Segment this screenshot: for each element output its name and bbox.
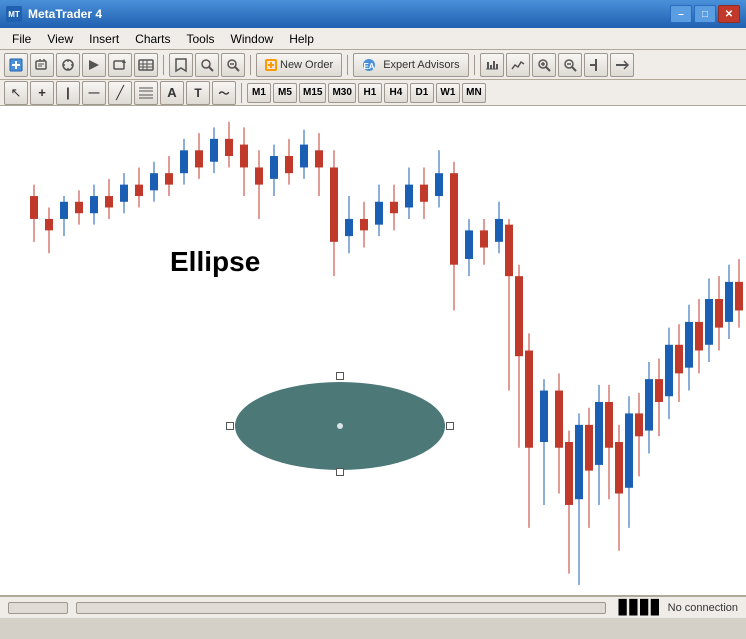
toolbar-btn-new[interactable] bbox=[4, 53, 28, 77]
toolbar1: New Order EA Expert Advisors bbox=[0, 50, 746, 80]
status-left bbox=[8, 602, 606, 614]
title-bar-text: MetaTrader 4 bbox=[28, 7, 670, 21]
sep4 bbox=[474, 55, 475, 75]
status-right: ▊▊▊▊ No connection bbox=[619, 599, 738, 616]
menu-charts[interactable]: Charts bbox=[127, 30, 178, 48]
sep1 bbox=[163, 55, 164, 75]
handle-bottom[interactable] bbox=[336, 468, 344, 476]
menu-file[interactable]: File bbox=[4, 30, 39, 48]
toolbar-btn-7[interactable] bbox=[169, 53, 193, 77]
tool-text-a[interactable]: A bbox=[160, 81, 184, 105]
tool-wave[interactable]: 〜 bbox=[212, 81, 236, 105]
toolbar-btn-4[interactable] bbox=[82, 53, 106, 77]
scrollbar-main[interactable] bbox=[76, 602, 606, 614]
title-bar: MT MetaTrader 4 – □ ✕ bbox=[0, 0, 746, 28]
toolbar-autoscroll[interactable] bbox=[610, 53, 634, 77]
ellipse-label: Ellipse bbox=[170, 246, 260, 278]
bars-icon: ▊▊▊▊ bbox=[619, 599, 662, 616]
expert-advisors-button[interactable]: EA Expert Advisors bbox=[353, 53, 468, 77]
new-order-button[interactable]: New Order bbox=[256, 53, 342, 77]
toolbar2: ↖ + | — ╱ A T 〜 M1 M5 M15 M30 H1 H4 D1 W… bbox=[0, 80, 746, 106]
timeframe-m1[interactable]: M1 bbox=[247, 83, 271, 103]
status-bar: ▊▊▊▊ No connection bbox=[0, 596, 746, 618]
minimize-button[interactable]: – bbox=[670, 5, 692, 23]
toolbar-tick[interactable] bbox=[506, 53, 530, 77]
tool-fib[interactable] bbox=[134, 81, 158, 105]
ellipse-svg bbox=[230, 376, 450, 476]
tool-text-t[interactable]: T bbox=[186, 81, 210, 105]
toolbar-zoom-out[interactable] bbox=[558, 53, 582, 77]
timeframe-mn[interactable]: MN bbox=[462, 83, 486, 103]
tool-hline[interactable]: — bbox=[82, 81, 106, 105]
menu-help[interactable]: Help bbox=[281, 30, 322, 48]
toolbar-zoom-in[interactable] bbox=[532, 53, 556, 77]
menu-window[interactable]: Window bbox=[223, 30, 282, 48]
toolbar-btn-6[interactable] bbox=[134, 53, 158, 77]
svg-text:EA: EA bbox=[364, 62, 375, 71]
timeframe-d1[interactable]: D1 bbox=[410, 83, 434, 103]
title-bar-controls: – □ ✕ bbox=[670, 5, 740, 23]
ellipse-object[interactable] bbox=[230, 376, 450, 476]
chart-area[interactable]: Ellipse bbox=[0, 106, 746, 596]
toolbar-btn-9[interactable] bbox=[221, 53, 245, 77]
toolbar-chart-scroll[interactable] bbox=[584, 53, 608, 77]
sep2 bbox=[250, 55, 251, 75]
timeframe-m30[interactable]: M30 bbox=[328, 83, 355, 103]
menu-tools[interactable]: Tools bbox=[179, 30, 223, 48]
toolbar-btn-8[interactable] bbox=[195, 53, 219, 77]
maximize-button[interactable]: □ bbox=[694, 5, 716, 23]
sep3 bbox=[347, 55, 348, 75]
timeframe-m5[interactable]: M5 bbox=[273, 83, 297, 103]
menu-bar: File View Insert Charts Tools Window Hel… bbox=[0, 28, 746, 50]
tool-crosshair[interactable]: + bbox=[30, 81, 54, 105]
timeframe-h1[interactable]: H1 bbox=[358, 83, 382, 103]
tool-vline[interactable]: | bbox=[56, 81, 80, 105]
candlestick-chart bbox=[0, 106, 746, 595]
menu-view[interactable]: View bbox=[39, 30, 81, 48]
sep-tools bbox=[241, 83, 242, 103]
toolbar-period[interactable] bbox=[480, 53, 504, 77]
tool-diagonal[interactable]: ╱ bbox=[108, 81, 132, 105]
timeframe-w1[interactable]: W1 bbox=[436, 83, 460, 103]
scrollbar-left[interactable] bbox=[8, 602, 68, 614]
app-icon: MT bbox=[6, 6, 22, 22]
handle-top[interactable] bbox=[336, 372, 344, 380]
tool-arrow[interactable]: ↖ bbox=[4, 81, 28, 105]
handle-right[interactable] bbox=[446, 422, 454, 430]
toolbar-btn-2[interactable] bbox=[30, 53, 54, 77]
close-button[interactable]: ✕ bbox=[718, 5, 740, 23]
no-connection-label: No connection bbox=[668, 602, 738, 614]
timeframe-h4[interactable]: H4 bbox=[384, 83, 408, 103]
handle-left[interactable] bbox=[226, 422, 234, 430]
toolbar-btn-5[interactable] bbox=[108, 53, 132, 77]
menu-insert[interactable]: Insert bbox=[81, 30, 127, 48]
toolbar-btn-3[interactable] bbox=[56, 53, 80, 77]
timeframe-m15[interactable]: M15 bbox=[299, 83, 326, 103]
